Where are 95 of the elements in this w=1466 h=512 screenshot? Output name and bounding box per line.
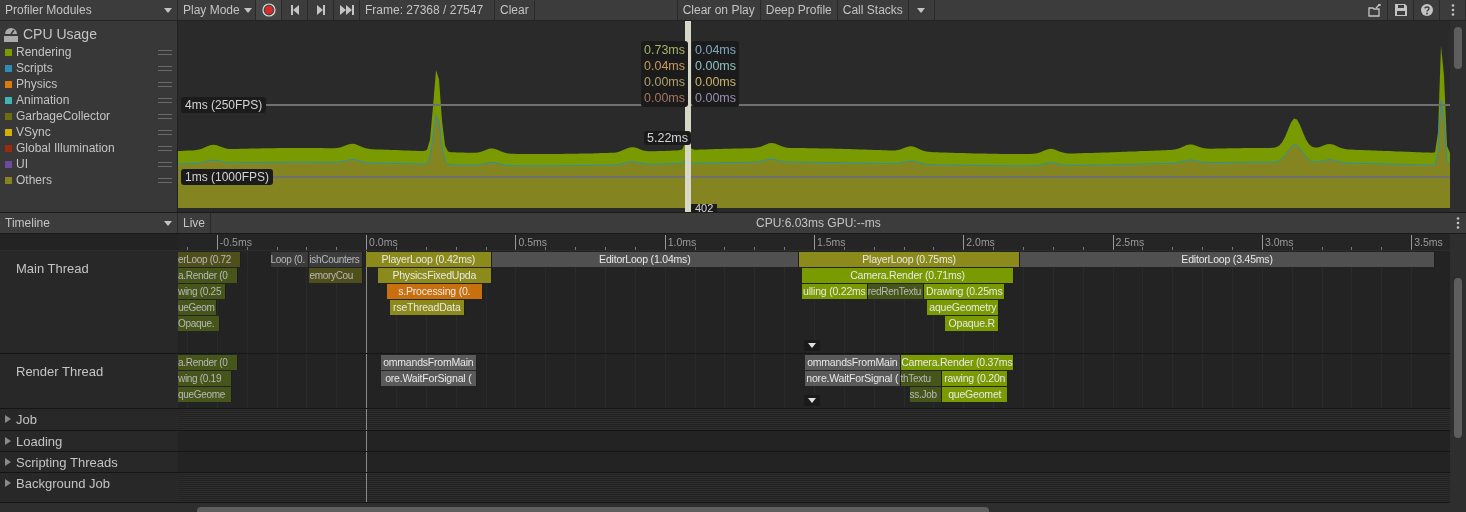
time-tick-label: 2.0ms bbox=[963, 235, 995, 249]
sample-block[interactable]: a.Render (0 bbox=[178, 268, 238, 283]
save-icon bbox=[1394, 4, 1407, 16]
sample-block[interactable]: ishCounters bbox=[309, 252, 364, 267]
caret-icon bbox=[808, 343, 817, 348]
thread-group-label[interactable]: Job bbox=[16, 412, 37, 427]
sample-block[interactable]: ueGeom bbox=[178, 300, 217, 315]
step-back-icon bbox=[289, 5, 300, 15]
caret-icon bbox=[243, 7, 252, 13]
sample-block[interactable]: emoryCou bbox=[309, 268, 364, 283]
category-label[interactable]: GarbageCollector bbox=[16, 109, 158, 123]
total-frame-time: 5.22ms bbox=[644, 131, 691, 145]
time-tick-label: 2.5ms bbox=[1112, 235, 1145, 249]
fast-forward-icon bbox=[339, 5, 354, 15]
category-label[interactable]: Global Illumination bbox=[16, 141, 158, 155]
sample-block[interactable]: wing (0.19 bbox=[178, 371, 232, 386]
category-time-value: 0.00ms bbox=[695, 90, 736, 106]
time-tick-label: 3.5ms bbox=[1411, 235, 1443, 249]
sample-block[interactable]: wing (0.25 bbox=[178, 284, 226, 299]
time-tick-label: 0.5ms bbox=[515, 235, 547, 249]
category-label[interactable]: VSync bbox=[16, 125, 158, 139]
category-time-value: 0.00ms bbox=[644, 90, 685, 106]
time-tick-label: 1.0ms bbox=[664, 235, 697, 249]
drag-handle-icon[interactable] bbox=[158, 97, 172, 103]
sample-block[interactable]: s.Processing (0. bbox=[387, 284, 483, 299]
category-label[interactable]: Animation bbox=[16, 93, 158, 107]
thread-label[interactable]: Render Thread bbox=[16, 364, 104, 379]
frame-time-guide-label: 4ms (250FPS) bbox=[181, 97, 267, 113]
sample-block[interactable]: Loop (0. bbox=[270, 252, 310, 267]
sample-block[interactable]: ommandsFromMain bbox=[381, 355, 477, 370]
sample-block[interactable]: redRenTextu bbox=[867, 284, 925, 299]
category-label[interactable]: UI bbox=[16, 157, 158, 171]
expand-arrow-icon[interactable] bbox=[5, 479, 12, 487]
expand-arrow-icon[interactable] bbox=[5, 415, 12, 423]
category-label[interactable]: Others bbox=[16, 173, 158, 187]
sample-block[interactable]: queGeome bbox=[178, 387, 232, 402]
step-forward-icon bbox=[315, 5, 326, 15]
frame-summary: CPU:6.03ms GPU:--ms bbox=[756, 216, 881, 230]
record-icon bbox=[261, 3, 276, 17]
help-icon bbox=[1420, 4, 1433, 16]
category-label[interactable]: Scripts bbox=[16, 61, 158, 75]
time-tick-label: 0.0ms bbox=[366, 235, 398, 249]
time-tick-label: -0.5ms bbox=[216, 235, 252, 249]
cpu-gauge-icon bbox=[4, 26, 18, 42]
more-menu-icon[interactable] bbox=[1456, 217, 1460, 229]
sample-block[interactable]: nore.WaitForSignal ( bbox=[805, 371, 901, 386]
caret-icon bbox=[164, 7, 172, 13]
sample-block[interactable]: PhysicsFixedUpda bbox=[378, 268, 492, 283]
drag-handle-icon[interactable] bbox=[158, 145, 172, 151]
thread-label[interactable]: Main Thread bbox=[16, 261, 89, 276]
sample-block[interactable]: PlayerLoop (0.42ms) bbox=[366, 252, 492, 267]
scrollbar[interactable] bbox=[1450, 234, 1466, 512]
time-tick-label: 3.0ms bbox=[1261, 235, 1294, 249]
caret-icon bbox=[808, 398, 817, 403]
expand-arrow-icon[interactable] bbox=[5, 458, 12, 466]
more-menu-icon bbox=[1450, 4, 1455, 16]
category-time-value: 0.73ms bbox=[644, 42, 685, 58]
category-time-value: 0.00ms bbox=[644, 74, 685, 90]
drag-handle-icon[interactable] bbox=[158, 129, 172, 135]
category-time-value: 0.04ms bbox=[644, 58, 685, 74]
category-time-value: 0.00ms bbox=[695, 74, 736, 90]
drag-handle-icon[interactable] bbox=[158, 113, 172, 119]
sample-block[interactable]: rseThreadData bbox=[390, 300, 465, 315]
sample-block[interactable]: ommandsFromMain bbox=[805, 355, 901, 370]
sample-block[interactable]: Opaque. bbox=[178, 316, 220, 331]
category-time-value: 0.04ms bbox=[695, 42, 736, 58]
sample-block[interactable]: ss.Job bbox=[909, 387, 943, 402]
sample-block[interactable]: PlayerLoop (0.75ms) bbox=[799, 252, 1020, 267]
caret-icon bbox=[917, 7, 926, 13]
record-button[interactable] bbox=[256, 0, 282, 20]
thread-group-label[interactable]: Loading bbox=[16, 434, 63, 449]
expand-toggle-button[interactable] bbox=[804, 395, 821, 406]
scrollbar[interactable] bbox=[1450, 21, 1466, 212]
sample-block[interactable]: thTextu bbox=[900, 371, 943, 386]
category-time-value: 0.00ms bbox=[695, 58, 736, 74]
sample-block[interactable]: ore.WaitForSignal ( bbox=[381, 371, 477, 386]
drag-handle-icon[interactable] bbox=[158, 177, 172, 183]
expand-toggle-button[interactable] bbox=[804, 340, 821, 351]
drag-handle-icon[interactable] bbox=[158, 161, 172, 167]
frame-number-label: 402 bbox=[691, 204, 718, 212]
drag-handle-icon[interactable] bbox=[158, 65, 172, 71]
drag-handle-icon[interactable] bbox=[158, 49, 172, 55]
drag-handle-icon[interactable] bbox=[158, 81, 172, 87]
sample-block[interactable]: EditorLoop (1.04ms) bbox=[491, 252, 800, 267]
sample-block[interactable]: erLoop (0.72 bbox=[178, 252, 241, 267]
category-label[interactable]: Physics bbox=[16, 77, 158, 91]
frame-time-guide-label: 1ms (1000FPS) bbox=[181, 169, 274, 185]
time-tick-label: 1.5ms bbox=[814, 235, 846, 249]
caret-icon bbox=[164, 220, 172, 226]
category-label[interactable]: Rendering bbox=[16, 45, 158, 59]
folder-icon bbox=[1367, 3, 1382, 17]
sample-block[interactable]: a.Render (0 bbox=[178, 355, 238, 370]
module-title[interactable]: CPU Usage bbox=[23, 26, 97, 42]
sample-block[interactable]: EditorLoop (3.45ms) bbox=[1020, 252, 1436, 267]
expand-arrow-icon[interactable] bbox=[5, 437, 12, 445]
